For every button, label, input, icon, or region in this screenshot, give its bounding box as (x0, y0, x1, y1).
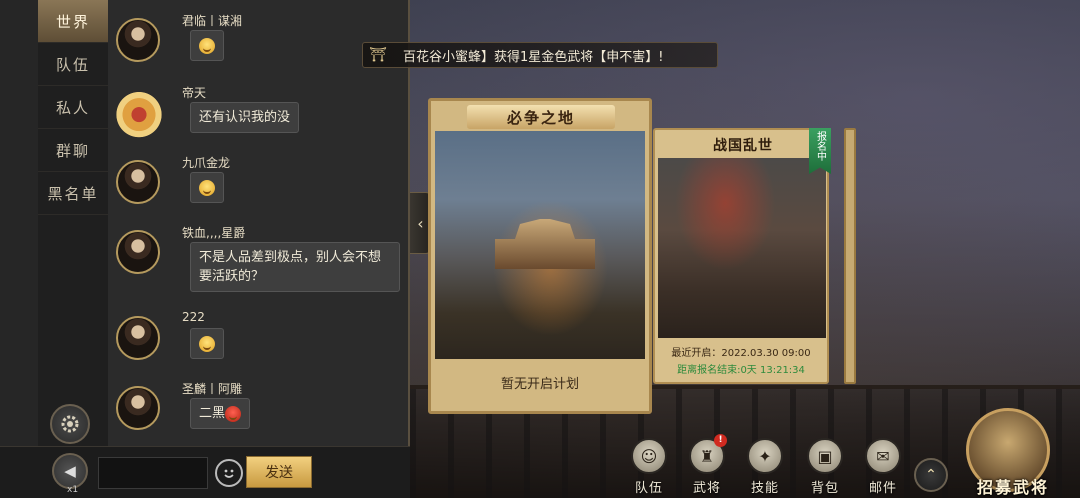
announcement-bar: ⛩ 百花谷小蜜蜂】获得1星金色武将【申不害】! (362, 42, 718, 68)
chevron-left-icon: ‹ (417, 213, 424, 233)
registration-badge: 报名中 (809, 128, 831, 174)
tab-group[interactable]: 群聊 (38, 129, 108, 172)
event-status: 暂无开启计划 (500, 377, 579, 392)
event-card-contested-land[interactable]: 必争之地 暂无开启计划 (428, 98, 652, 414)
megaphone-icon: ◀ (64, 462, 76, 480)
smile-emoji-icon (199, 335, 215, 352)
event-open-time: 最近开启：2022.03.30 09:00 (671, 348, 811, 359)
event-countdown: 距离报名结束:0天 13:21:34 (677, 365, 805, 376)
sender-name: 君临丨谋湘 (182, 14, 243, 28)
chat-settings-button[interactable] (50, 404, 90, 444)
message-text: 二黑 (199, 406, 226, 421)
smile-emoji-icon (199, 179, 215, 196)
event-title: 必争之地 (467, 105, 615, 129)
menu-mail-button[interactable]: ✉ 邮件 (856, 434, 910, 498)
tab-private[interactable]: 私人 (38, 86, 108, 129)
recruit-label: 招募武将 (976, 478, 1049, 497)
event-image (435, 131, 645, 359)
chat-message: 铁血,,,,星爵 不是人品差到极点，别人会不想要活跃的？ (116, 224, 406, 294)
menu-general-button[interactable]: ♜ ! 武将 (680, 434, 734, 498)
event-title: 战国乱世 (713, 138, 773, 154)
bag-icon: ▣ (807, 438, 843, 474)
emoji-button[interactable] (215, 459, 243, 487)
message-bubble (190, 328, 224, 359)
message-bubble: 还有认识我的没 (190, 102, 300, 133)
event-card-warring-states[interactable]: 战国乱世 报名中 最近开启：2022.03.30 09:00 距离报名结束:0天… (653, 128, 831, 384)
message-bubble: 二黑 (190, 398, 251, 429)
voice-count: x1 (67, 485, 79, 495)
bottom-menu: ☺ 队伍 ♜ ! 武将 ✦ 技能 ▣ 背包 ✉ 邮件 (618, 434, 918, 498)
menu-skill-button[interactable]: ✦ 技能 (738, 434, 792, 498)
menu-label: 技能 (750, 481, 779, 496)
avatar[interactable] (116, 18, 160, 62)
expand-menu-button[interactable]: ⌃ (914, 458, 948, 492)
mail-icon: ✉ (865, 438, 901, 474)
red-face-emoji-icon (225, 405, 242, 422)
chat-message: 圣麟丨阿雕 二黑 (116, 380, 406, 436)
message-bubble (190, 30, 224, 61)
sender-name: 222 (182, 310, 205, 324)
event-image (658, 158, 826, 338)
avatar[interactable] (116, 230, 160, 274)
tab-world[interactable]: 世界 (38, 0, 108, 43)
send-button[interactable]: 发送 (246, 456, 312, 488)
chat-message: 222 (116, 310, 406, 366)
avatar[interactable] (116, 160, 160, 204)
gear-icon (61, 415, 79, 433)
menu-label: 队伍 (634, 481, 663, 496)
menu-team-button[interactable]: ☺ 队伍 (622, 434, 676, 498)
chevron-up-icon: ⌃ (925, 467, 937, 483)
smile-emoji-icon (199, 37, 215, 54)
message-bubble: 不是人品差到极点，别人会不想要活跃的？ (190, 242, 400, 292)
tab-blacklist[interactable]: 黑名单 (38, 172, 108, 215)
sender-name: 九爪金龙 (182, 156, 231, 170)
message-bubble (190, 172, 224, 203)
avatar[interactable] (116, 386, 160, 430)
chat-message: 帝天 还有认识我的没 (110, 84, 406, 140)
chat-tabs: 世界 队伍 私人 群聊 黑名单 (38, 0, 108, 446)
voice-button[interactable]: ◀ (52, 453, 88, 489)
skill-icon: ✦ (747, 438, 783, 474)
chat-input-bar: ◀ x1 发送 (0, 446, 410, 498)
sender-name: 圣麟丨阿雕 (182, 382, 243, 396)
menu-label: 武将 (692, 481, 721, 496)
recruit-general-button[interactable]: 招募武将 (962, 408, 1054, 498)
alert-badge: ! (714, 434, 727, 447)
castle-illustration (495, 219, 595, 269)
chat-input[interactable] (98, 457, 208, 489)
announcement-icon: ⛩ (369, 47, 387, 63)
sender-name: 帝天 (182, 86, 207, 100)
avatar[interactable] (110, 86, 168, 138)
chat-message: 九爪金龙 (116, 154, 406, 210)
menu-label: 邮件 (868, 481, 897, 496)
chat-panel: 世界 队伍 私人 群聊 黑名单 君临丨谋湘 帝天 还有认识我的没 九爪金龙 铁血… (0, 0, 410, 498)
avatar[interactable] (116, 316, 160, 360)
announcement-text: 百花谷小蜜蜂】获得1星金色武将【申不害】! (403, 49, 664, 65)
smiley-icon (224, 469, 234, 478)
menu-label: 背包 (810, 481, 839, 496)
event-card-partial[interactable] (844, 128, 856, 384)
menu-bag-button[interactable]: ▣ 背包 (798, 434, 852, 498)
team-icon: ☺ (631, 438, 667, 474)
sender-name: 铁血,,,,星爵 (182, 226, 246, 240)
tab-team[interactable]: 队伍 (38, 43, 108, 86)
